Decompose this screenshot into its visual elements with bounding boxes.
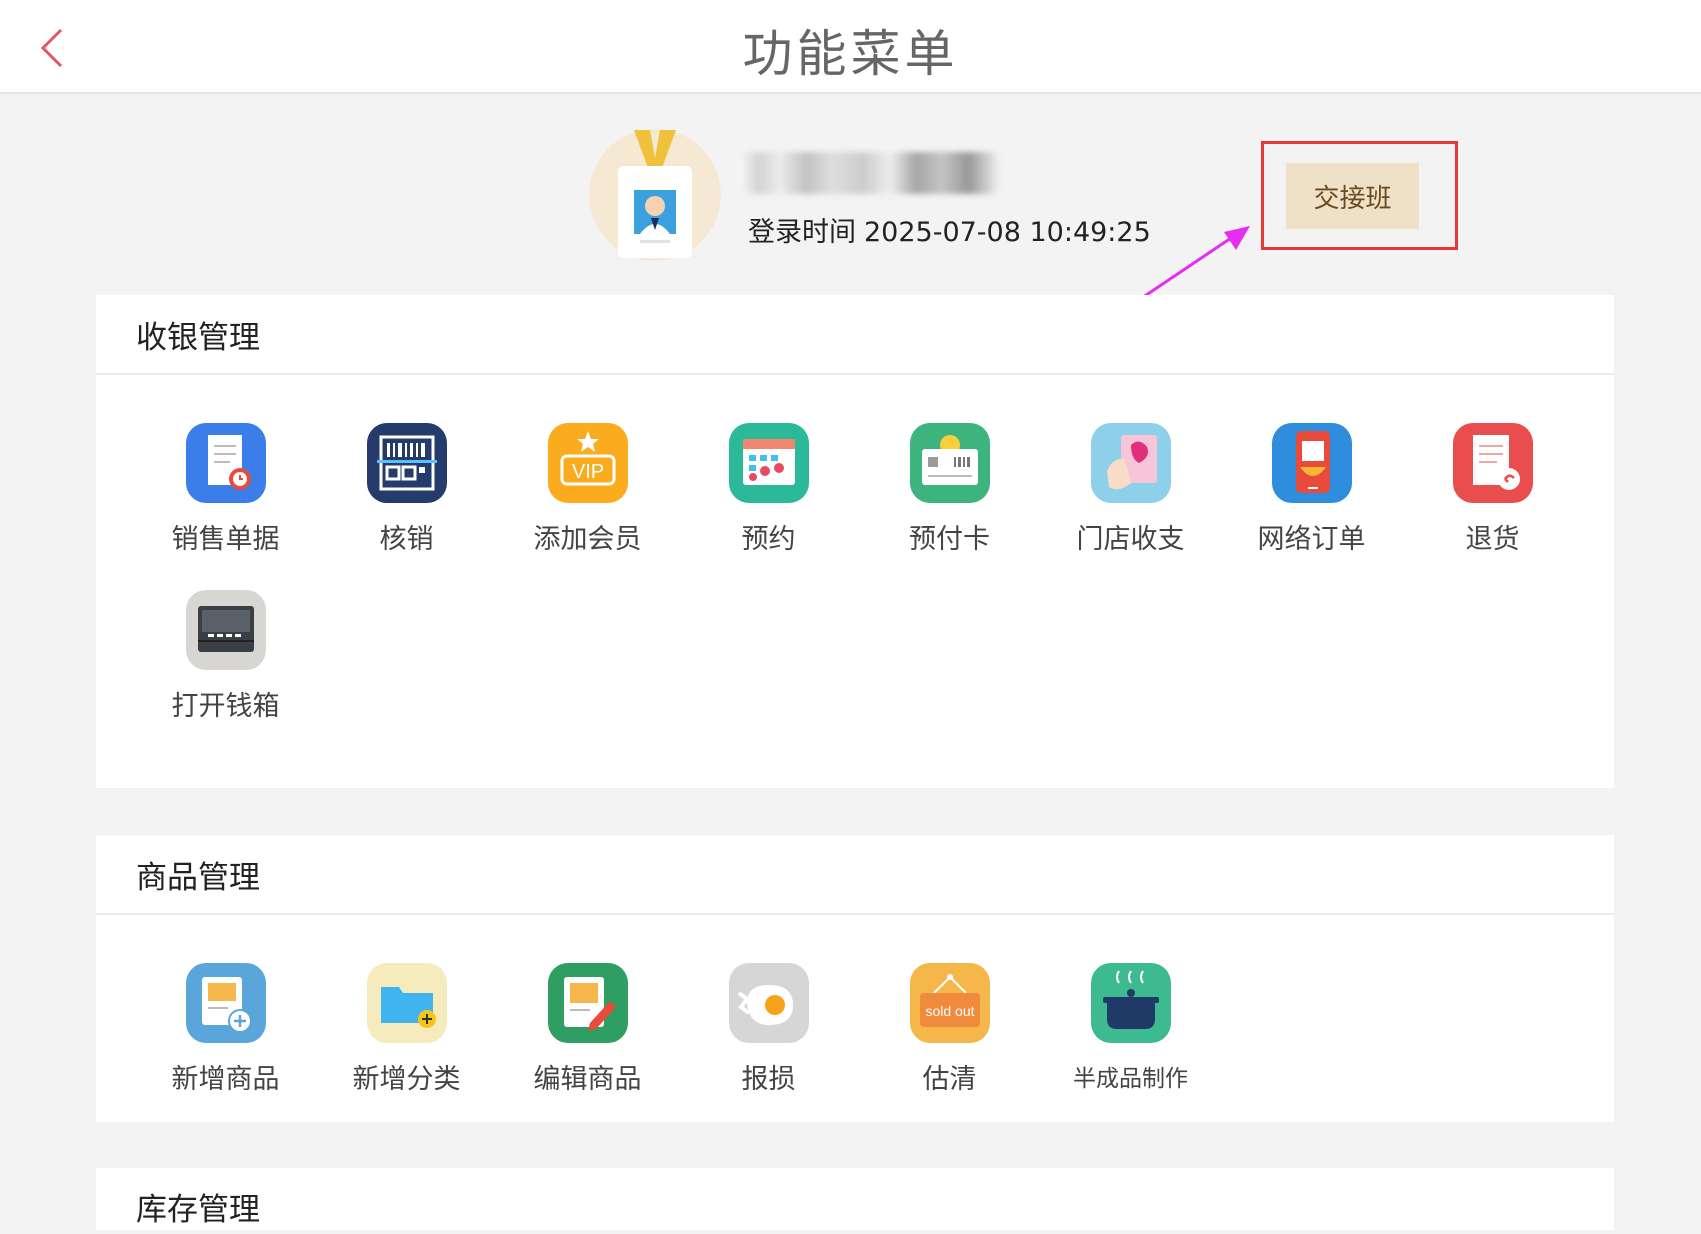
tile-add-member[interactable]: VIP 添加会员 xyxy=(497,423,678,556)
tile-returns[interactable]: 退货 xyxy=(1402,423,1583,556)
barcode-scan-icon xyxy=(366,423,447,503)
tile-reservation[interactable]: 预约 xyxy=(678,423,859,556)
tile-add-product[interactable]: 新增商品 xyxy=(135,963,316,1096)
tile-label: 新增分类 xyxy=(352,1064,461,1095)
return-receipt-icon xyxy=(1452,423,1533,503)
section-title: 库存管理 xyxy=(136,1191,260,1228)
tile-store-cashflow[interactable]: 门店收支 xyxy=(1040,423,1221,556)
avatar xyxy=(588,128,722,262)
tile-open-cash-drawer[interactable]: 打开钱箱 xyxy=(135,590,316,723)
section-cashier: 收银管理 销售单据 核销 VIP 添加会员 预约 预付卡 门店收支 网络订单 退… xyxy=(96,295,1614,788)
receipt-clock-icon xyxy=(185,423,266,503)
tile-label: 添加会员 xyxy=(533,524,642,555)
tile-label: 退货 xyxy=(1465,524,1520,555)
username-redacted xyxy=(738,152,1000,194)
function-grid: 新增商品 新增分类 编辑商品 报损 sold out 估清 半成品制作 xyxy=(96,915,1614,1096)
login-time: 登录时间 2025-07-08 10:49:25 xyxy=(748,210,1151,249)
section-goods: 商品管理 新增商品 新增分类 编辑商品 报损 sold out 估清 半成品制作 xyxy=(96,835,1614,1122)
section-stock: 库存管理 xyxy=(96,1168,1614,1230)
cash-hand-icon xyxy=(1090,423,1171,503)
sold-out-sign-icon: sold out xyxy=(909,963,990,1043)
tile-label: 报损 xyxy=(741,1064,796,1095)
function-grid: 销售单据 核销 VIP 添加会员 预约 预付卡 门店收支 网络订单 退货 打开钱… xyxy=(96,375,1614,723)
tile-sold-out[interactable]: sold out 估清 xyxy=(859,963,1040,1096)
tile-add-category[interactable]: 新增分类 xyxy=(316,963,497,1096)
tile-label: 打开钱箱 xyxy=(171,691,280,722)
calendar-icon xyxy=(728,423,809,503)
tile-sales-receipts[interactable]: 销售单据 xyxy=(135,423,316,556)
tile-label: 半成品制作 xyxy=(1073,1066,1188,1092)
broken-egg-icon xyxy=(728,963,809,1043)
tile-prepaid-card[interactable]: 预付卡 xyxy=(859,423,1040,556)
badge-avatar-icon xyxy=(589,129,721,261)
vip-icon: VIP xyxy=(547,423,628,503)
tile-label: 门店收支 xyxy=(1076,524,1185,555)
tile-label: 销售单据 xyxy=(171,524,280,555)
tile-label: 预约 xyxy=(741,524,796,555)
tile-label: 预付卡 xyxy=(909,524,990,555)
section-title: 收银管理 xyxy=(96,295,1614,375)
section-title: 商品管理 xyxy=(96,835,1614,915)
edit-product-icon xyxy=(547,963,628,1043)
sold-out-text: sold out xyxy=(925,1003,974,1019)
tile-edit-product[interactable]: 编辑商品 xyxy=(497,963,678,1096)
login-time-label: 登录时间 xyxy=(748,217,856,248)
page-title: 功能菜单 xyxy=(742,25,959,83)
tile-label: 网络订单 xyxy=(1257,524,1366,555)
phone-order-icon xyxy=(1271,423,1352,503)
tile-verify[interactable]: 核销 xyxy=(316,423,497,556)
tile-online-orders[interactable]: 网络订单 xyxy=(1221,423,1402,556)
cooking-pot-icon xyxy=(1090,963,1171,1043)
tile-label: 编辑商品 xyxy=(533,1064,642,1095)
svg-text:VIP: VIP xyxy=(571,461,603,483)
prepaid-card-icon xyxy=(909,423,990,503)
tile-label: 新增商品 xyxy=(171,1064,280,1095)
tile-report-loss[interactable]: 报损 xyxy=(678,963,859,1096)
add-folder-icon xyxy=(366,963,447,1043)
tile-label: 核销 xyxy=(379,524,434,555)
tile-semi-finished[interactable]: 半成品制作 xyxy=(1040,963,1221,1096)
cash-drawer-icon xyxy=(185,590,266,670)
top-bar: 功能菜单 xyxy=(0,0,1701,94)
tile-label: 估清 xyxy=(922,1064,977,1095)
add-product-icon xyxy=(185,963,266,1043)
handover-button[interactable]: 交接班 xyxy=(1286,163,1419,229)
